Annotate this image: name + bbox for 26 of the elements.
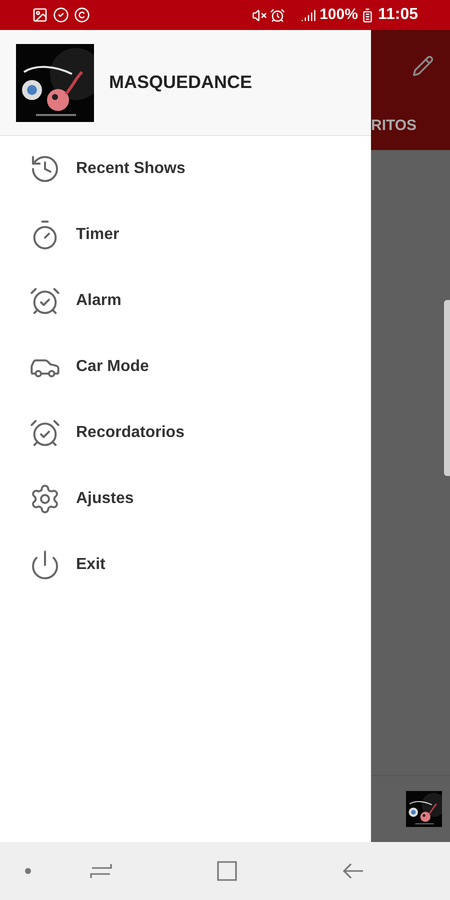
dot-icon xyxy=(24,867,32,875)
settings-icon xyxy=(29,483,61,515)
alarm-clock-icon xyxy=(29,417,61,449)
back-icon[interactable] xyxy=(342,862,364,880)
home-icon[interactable] xyxy=(216,860,238,882)
drawer-title: MASQUEDANCE xyxy=(109,71,252,94)
mute-icon xyxy=(252,8,267,22)
image-icon xyxy=(32,7,48,23)
drawer-item[interactable]: Alarm xyxy=(0,268,371,334)
battery-percent: 100% xyxy=(320,4,358,25)
alarm-clock-icon xyxy=(29,285,61,317)
drawer-item[interactable]: Car Mode xyxy=(0,334,371,400)
tab-label[interactable]: RITOS xyxy=(371,114,417,138)
recent-apps-icon[interactable] xyxy=(90,862,112,880)
drawer-item[interactable]: Timer xyxy=(0,202,371,268)
power-icon xyxy=(29,549,61,581)
clock-time: 11:05 xyxy=(378,5,418,25)
alarm-clock-icon xyxy=(270,8,285,22)
drawer-item[interactable]: Recordatorios xyxy=(0,400,371,466)
drawer-item[interactable]: Recent Shows xyxy=(0,136,371,202)
edit-icon[interactable] xyxy=(412,55,434,77)
history-icon xyxy=(29,153,61,185)
signal-icon xyxy=(300,8,316,22)
drawer-item[interactable]: Exit xyxy=(0,532,371,598)
drawer-item[interactable]: Ajustes xyxy=(0,466,371,532)
check-circle-icon xyxy=(53,7,69,23)
